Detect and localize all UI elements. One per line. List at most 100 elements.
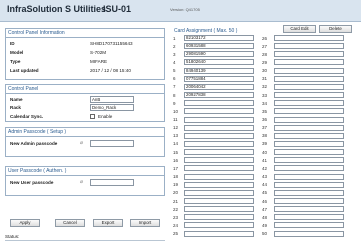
- card-id-field[interactable]: [274, 35, 344, 41]
- control-panel-title: Control Panel: [8, 86, 39, 92]
- card-id-field[interactable]: [274, 173, 344, 180]
- card-slot-number: 38: [262, 133, 268, 139]
- card-slot-number: 1: [173, 35, 176, 41]
- card-slot-number: 29: [262, 59, 268, 65]
- card-id-field[interactable]: [274, 230, 344, 237]
- card-id-field[interactable]: [184, 124, 254, 131]
- card-id-field[interactable]: 20064042: [184, 83, 254, 90]
- card-id-field[interactable]: [184, 206, 254, 213]
- card-id-field[interactable]: [184, 140, 254, 147]
- card-id-field[interactable]: [184, 165, 254, 172]
- show-password-icon[interactable]: ⌀: [80, 179, 83, 185]
- last-updated-label: Last updated: [10, 68, 39, 73]
- export-button[interactable]: Export: [93, 219, 123, 227]
- delete-button[interactable]: Delete: [319, 25, 352, 33]
- card-slot-number: 21: [173, 198, 179, 204]
- card-slot-number: 20: [173, 190, 179, 196]
- new-user-passcode-label: New User passcode: [10, 180, 54, 185]
- card-id-field[interactable]: [274, 83, 344, 90]
- card-id-field[interactable]: [184, 157, 254, 164]
- card-slot-number: 23: [173, 214, 179, 220]
- card-id-field[interactable]: [274, 206, 344, 213]
- card-id-field[interactable]: [184, 100, 254, 107]
- card-id-field[interactable]: [274, 43, 344, 50]
- card-slot-number: 11: [173, 117, 178, 122]
- card-id-field[interactable]: [184, 189, 254, 196]
- card-id-field[interactable]: [184, 230, 254, 237]
- name-input[interactable]: AnB: [90, 96, 134, 103]
- model-label: Model: [10, 50, 24, 55]
- admin-passcode-title: Admin Passcode ( Setup ): [8, 129, 67, 135]
- card-id-field[interactable]: 29081590: [184, 51, 254, 58]
- card-id-field[interactable]: 51802640: [184, 59, 254, 66]
- card-slot-number: 14: [173, 141, 179, 147]
- card-id-field[interactable]: [274, 189, 344, 196]
- card-id-field[interactable]: [274, 140, 344, 147]
- card-id-field[interactable]: [184, 214, 254, 221]
- card-id-field[interactable]: [274, 132, 344, 139]
- card-id-field[interactable]: [274, 181, 344, 188]
- apply-button[interactable]: Apply: [10, 219, 40, 227]
- cancel-button[interactable]: Cancel: [55, 219, 85, 227]
- card-id-field[interactable]: [274, 222, 344, 229]
- calendar-sync-checkbox[interactable]: [90, 114, 95, 119]
- type-value: MIFARE: [90, 59, 108, 64]
- card-id-field[interactable]: [274, 116, 344, 123]
- card-id-field[interactable]: [184, 108, 254, 115]
- version-label: Version: Q41705: [170, 7, 200, 12]
- card-slot-number: 45: [262, 190, 268, 196]
- card-id-field[interactable]: [184, 149, 254, 156]
- card-slot-number: 16: [173, 157, 179, 163]
- card-slot-number: 39: [262, 141, 268, 147]
- card-id-field[interactable]: [274, 165, 344, 172]
- calendar-sync-label: Calendar Sync.: [10, 114, 44, 119]
- card-slot-number: 26: [262, 35, 268, 41]
- card-slot-number: 9: [173, 100, 176, 106]
- card-slot-number: 40: [262, 149, 268, 155]
- user-passcode-title: User Passcode ( Authen. ): [8, 168, 67, 174]
- card-id-field[interactable]: [184, 222, 254, 229]
- card-id-field[interactable]: 07751884: [184, 75, 254, 82]
- card-slot-number: 31: [262, 76, 268, 82]
- card-id-field[interactable]: 84940139: [184, 67, 254, 74]
- panel-divider: [6, 175, 164, 176]
- unit-name: ISU-01: [103, 4, 132, 14]
- card-id-field[interactable]: [274, 100, 344, 107]
- card-id-field[interactable]: [274, 108, 344, 115]
- card-id-field[interactable]: [184, 181, 254, 188]
- card-id-field[interactable]: [274, 124, 344, 131]
- card-slot-number: 49: [262, 222, 268, 228]
- show-password-icon[interactable]: ⌀: [80, 140, 83, 146]
- rack-input[interactable]: Demo_Rack: [90, 104, 134, 111]
- card-slot-number: 36: [262, 117, 268, 122]
- card-id-field[interactable]: 20927838: [184, 92, 254, 99]
- admin-passcode-panel: Admin Passcode ( Setup ) New Admin passc…: [5, 127, 165, 157]
- card-id-field[interactable]: [274, 214, 344, 221]
- card-id-field[interactable]: [274, 198, 344, 204]
- last-updated-value: 2017 / 12 / 08 15:40: [90, 68, 131, 73]
- card-edit-button[interactable]: Card Edit: [283, 25, 316, 33]
- user-passcode-input[interactable]: [90, 179, 134, 186]
- card-slot-number: 32: [262, 84, 268, 90]
- card-id-field[interactable]: [274, 67, 344, 74]
- card-id-field[interactable]: [274, 149, 344, 156]
- card-slot-number: 10: [173, 108, 179, 114]
- card-slot-number: 8: [173, 92, 176, 98]
- card-id-field[interactable]: [184, 116, 254, 123]
- import-button[interactable]: Import: [130, 219, 160, 227]
- admin-passcode-input[interactable]: [90, 140, 134, 147]
- card-id-field[interactable]: [274, 51, 344, 58]
- card-id-field[interactable]: [184, 173, 254, 180]
- id-value: SH8D170731155643: [90, 41, 133, 46]
- card-id-field[interactable]: 82103172: [184, 35, 254, 41]
- card-id-field[interactable]: [184, 198, 254, 204]
- card-slot-number: 43: [262, 174, 268, 180]
- card-id-field[interactable]: [274, 59, 344, 66]
- rack-label: Rack: [10, 105, 21, 110]
- card-slot-number: 44: [262, 182, 268, 188]
- card-id-field[interactable]: 60931588: [184, 43, 254, 50]
- card-id-field[interactable]: [274, 92, 344, 99]
- card-id-field[interactable]: [274, 157, 344, 164]
- card-id-field[interactable]: [184, 132, 254, 139]
- card-id-field[interactable]: [274, 75, 344, 82]
